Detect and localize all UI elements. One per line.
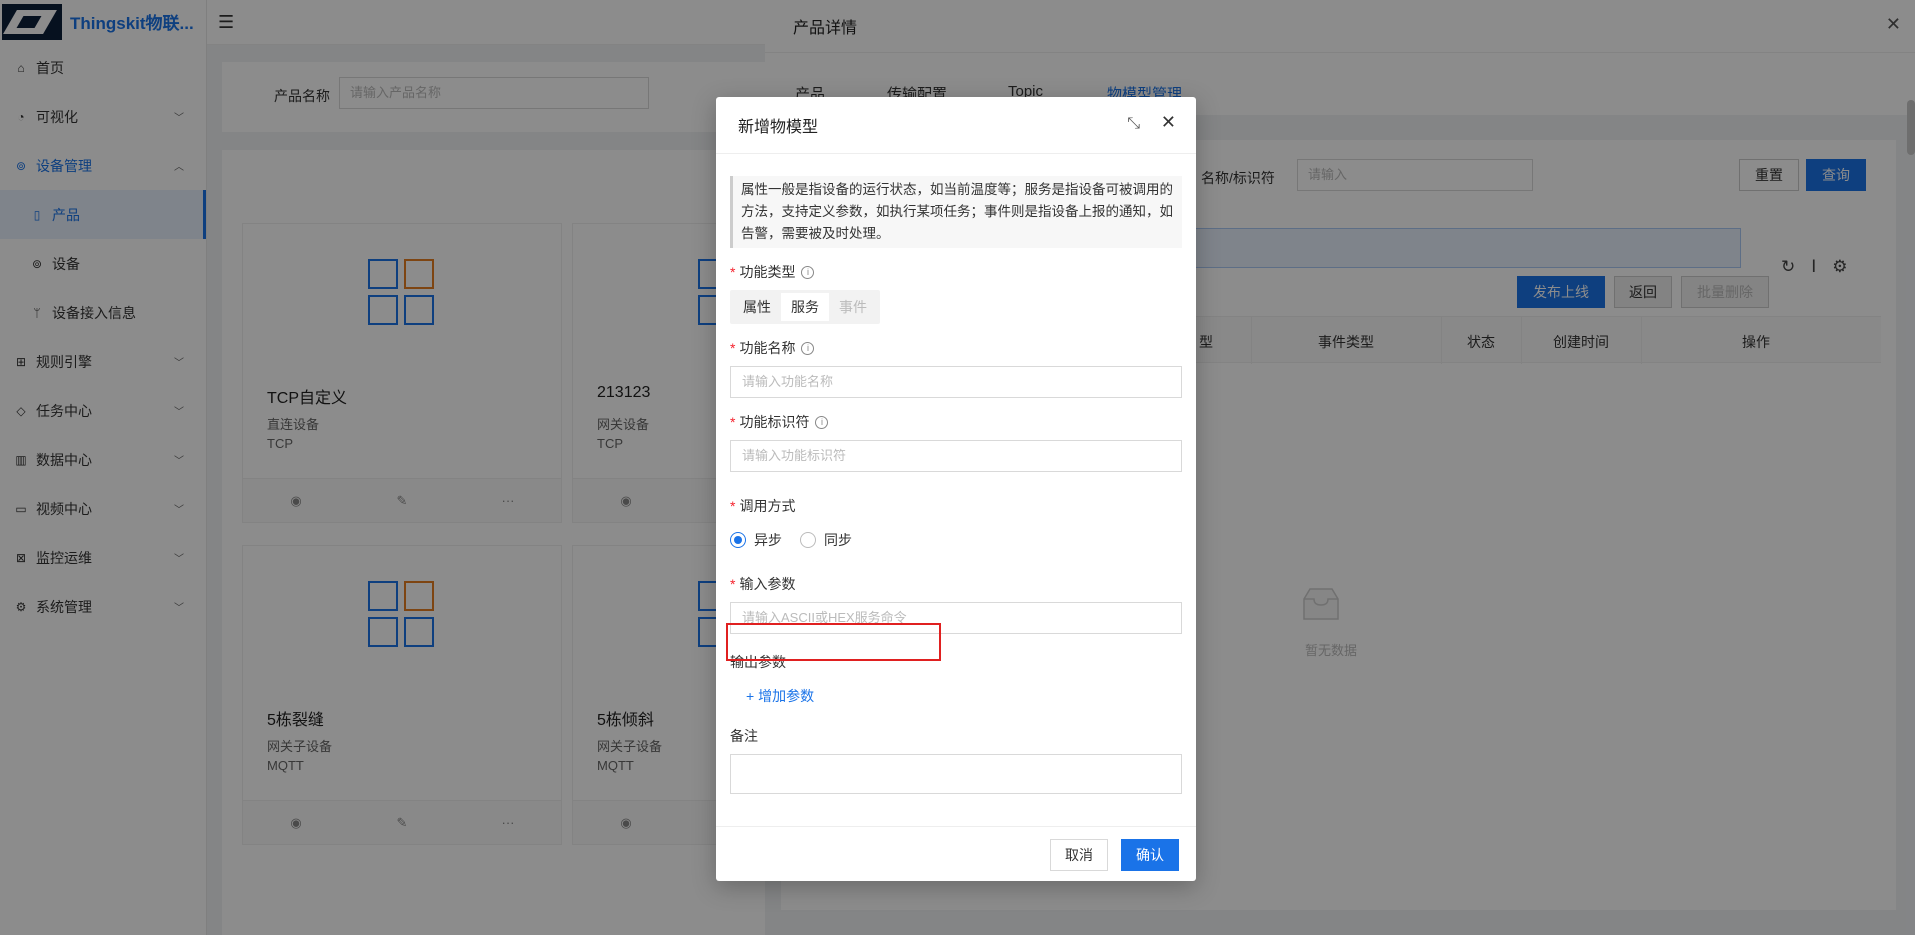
highlight-box bbox=[726, 623, 941, 661]
close-icon[interactable]: ✕ bbox=[1161, 112, 1176, 133]
modal-body: 属性一般是指设备的运行状态，如当前温度等；服务是指设备可被调用的方法，支持定义参… bbox=[716, 154, 1196, 824]
info-icon[interactable]: i bbox=[815, 415, 829, 429]
cancel-button[interactable]: 取消 bbox=[1050, 839, 1108, 871]
fullscreen-icon[interactable]: ⤡ bbox=[1127, 115, 1140, 133]
func-id-input[interactable]: 请输入功能标识符 bbox=[730, 440, 1182, 472]
call-mode-async-radio[interactable] bbox=[730, 532, 746, 548]
call-mode-async-label[interactable]: 异步 bbox=[754, 530, 782, 550]
call-mode-label: * 调用方式 bbox=[730, 498, 796, 514]
remark-label: 备注 bbox=[730, 728, 758, 744]
call-mode-radio-group: 异步 同步 bbox=[730, 530, 1182, 550]
modal-title: 新增物模型 bbox=[716, 97, 1196, 154]
func-type-selector: 属性 服务 事件 bbox=[730, 290, 880, 324]
input-params-label: * 输入参数 bbox=[730, 576, 796, 592]
modal-footer: 取消 确认 bbox=[716, 826, 1196, 881]
func-type-property[interactable]: 属性 bbox=[733, 293, 781, 321]
info-icon[interactable]: i bbox=[801, 265, 815, 279]
call-mode-sync-label[interactable]: 同步 bbox=[824, 530, 852, 550]
remark-textarea[interactable] bbox=[730, 754, 1182, 794]
func-name-input[interactable]: 请输入功能名称 bbox=[730, 366, 1182, 398]
add-thing-model-modal: 新增物模型 ⤡ ✕ 属性一般是指设备的运行状态，如当前温度等；服务是指设备可被调… bbox=[716, 97, 1196, 881]
add-param-link[interactable]: + 增加参数 bbox=[746, 686, 1182, 706]
info-icon[interactable]: i bbox=[801, 341, 815, 355]
func-name-label: * 功能名称 i bbox=[730, 338, 1182, 358]
call-mode-sync-radio[interactable] bbox=[800, 532, 816, 548]
func-type-event[interactable]: 事件 bbox=[829, 293, 877, 321]
func-id-label: * 功能标识符 i bbox=[730, 412, 1182, 432]
model-description: 属性一般是指设备的运行状态，如当前温度等；服务是指设备可被调用的方法，支持定义参… bbox=[730, 176, 1182, 248]
confirm-button[interactable]: 确认 bbox=[1121, 839, 1179, 871]
func-type-label: * 功能类型 i bbox=[730, 262, 1182, 282]
func-type-service[interactable]: 服务 bbox=[781, 293, 829, 321]
